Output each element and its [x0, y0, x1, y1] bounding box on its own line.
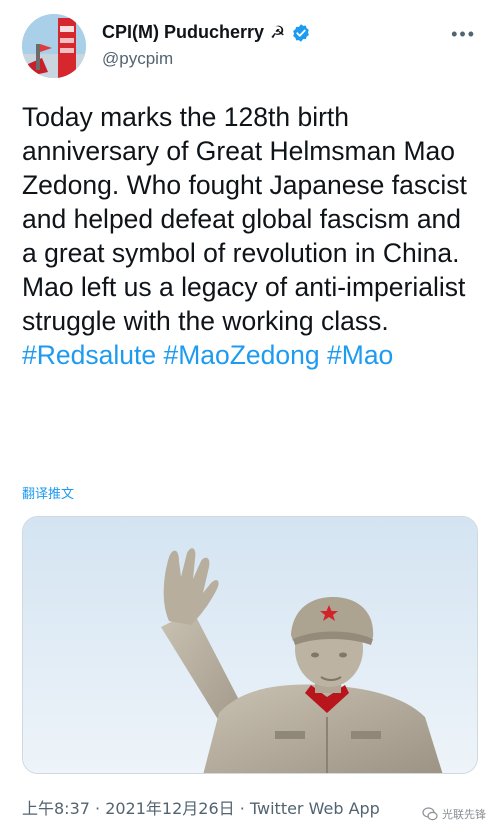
avatar[interactable]: [22, 14, 86, 78]
verified-badge-icon: [291, 23, 311, 43]
tweet-timestamp[interactable]: 上午8:37 · 2021年12月26日 · Twitter Web App: [22, 795, 380, 819]
hashtag-link[interactable]: #Mao: [327, 340, 393, 370]
tweet-header: CPI(M) Puducherry ☭ @pycpim •••: [22, 14, 482, 80]
avatar-image: [22, 14, 86, 78]
hashtag-link[interactable]: #Redsalute: [22, 340, 156, 370]
display-name-row: CPI(M) Puducherry ☭: [102, 22, 311, 43]
wechat-icon: [422, 806, 438, 822]
tweet-text: Today marks the 128th birth anniversary …: [22, 100, 482, 372]
tweet-media-image[interactable]: [22, 516, 478, 774]
user-names: CPI(M) Puducherry ☭ @pycpim: [102, 22, 311, 69]
more-options-icon[interactable]: •••: [451, 24, 476, 45]
display-name[interactable]: CPI(M) Puducherry: [102, 22, 264, 43]
watermark-label: 光联先锋: [442, 808, 486, 821]
translate-tweet-link[interactable]: 翻译推文: [22, 483, 74, 502]
hashtag-link[interactable]: #MaoZedong: [163, 340, 319, 370]
statue-photo: [23, 517, 477, 773]
hammer-sickle-icon: ☭: [270, 22, 286, 42]
tweet-text-segment: Today marks the 128th birth anniversary …: [22, 102, 467, 336]
watermark: 光联先锋: [422, 806, 486, 822]
user-handle[interactable]: @pycpim: [102, 49, 311, 69]
tweet-text-segment: [320, 340, 327, 370]
